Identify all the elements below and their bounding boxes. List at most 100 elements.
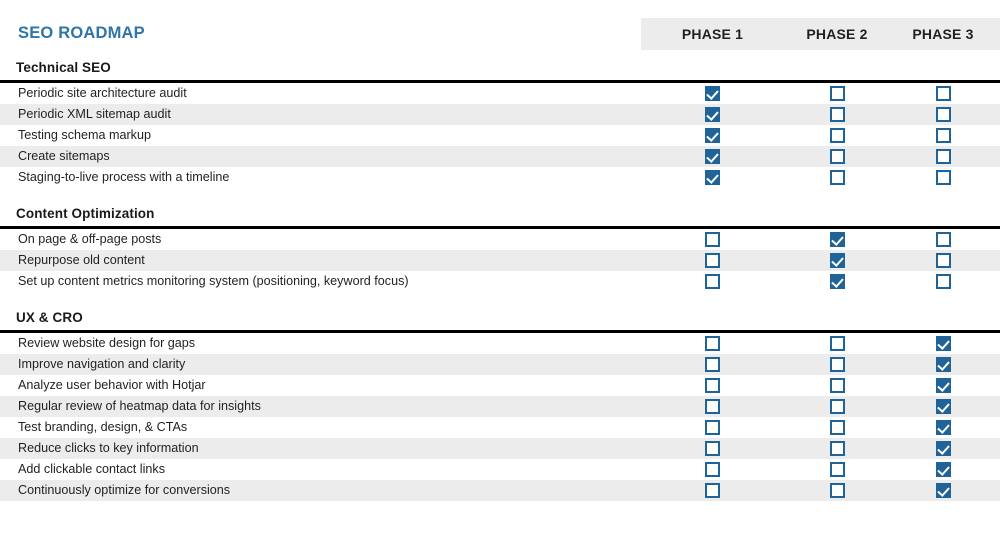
checkbox-unchecked-icon[interactable] [935, 253, 951, 268]
checkbox-unchecked-icon[interactable] [829, 128, 845, 143]
checkbox-unchecked-icon[interactable] [705, 274, 720, 289]
phase-2-cell[interactable] [784, 104, 890, 125]
checkbox-unchecked-icon[interactable] [705, 441, 720, 456]
phase-2-cell[interactable] [784, 375, 890, 396]
phase-2-cell[interactable] [784, 480, 890, 501]
checkbox-unchecked-icon[interactable] [705, 462, 720, 477]
phase-3-cell[interactable] [890, 438, 996, 459]
table-row: Staging-to-live process with a timeline [0, 167, 1000, 188]
phase-3-cell[interactable] [890, 229, 996, 250]
checkbox-unchecked-icon[interactable] [705, 378, 720, 393]
phase-2-cell[interactable] [784, 459, 890, 480]
checkbox-unchecked-icon[interactable] [829, 441, 845, 456]
table-row: Improve navigation and clarity [0, 354, 1000, 375]
checkbox-unchecked-icon[interactable] [829, 86, 845, 101]
phase-1-cell[interactable] [641, 229, 784, 250]
phase-1-cell[interactable] [641, 250, 784, 271]
phase-3-cell[interactable] [890, 396, 996, 417]
phase-3-cell[interactable] [890, 354, 996, 375]
checkbox-checked-icon[interactable] [935, 462, 951, 477]
phase-1-cell[interactable] [641, 104, 784, 125]
phase-3-cell[interactable] [890, 104, 996, 125]
checkbox-checked-icon[interactable] [829, 232, 845, 247]
phase-2-cell[interactable] [784, 250, 890, 271]
phase-3-cell[interactable] [890, 417, 996, 438]
phase-3-cell[interactable] [890, 459, 996, 480]
phase-3-cell[interactable] [890, 83, 996, 104]
checkbox-unchecked-icon[interactable] [829, 483, 845, 498]
checkbox-unchecked-icon[interactable] [705, 399, 720, 414]
checkbox-unchecked-icon[interactable] [705, 232, 720, 247]
checkbox-unchecked-icon[interactable] [935, 170, 951, 185]
checkbox-unchecked-icon[interactable] [705, 336, 720, 351]
checkbox-checked-icon[interactable] [705, 170, 720, 185]
checkbox-unchecked-icon[interactable] [935, 274, 951, 289]
phase-2-cell[interactable] [784, 83, 890, 104]
phase-2-cell[interactable] [784, 396, 890, 417]
phase-2-cell[interactable] [784, 125, 890, 146]
phase-2-cell[interactable] [784, 333, 890, 354]
phase-2-cell[interactable] [784, 354, 890, 375]
phase-2-cell[interactable] [784, 146, 890, 167]
phase-3-cell[interactable] [890, 146, 996, 167]
phase-column-header-band: PHASE 1 PHASE 2 PHASE 3 [641, 18, 1000, 50]
checkbox-checked-icon[interactable] [935, 399, 951, 414]
checkbox-unchecked-icon[interactable] [935, 107, 951, 122]
phase-1-cell[interactable] [641, 480, 784, 501]
checkbox-checked-icon[interactable] [705, 86, 720, 101]
phase-3-cell[interactable] [890, 480, 996, 501]
phase-2-cell[interactable] [784, 417, 890, 438]
task-label: Staging-to-live process with a timeline [18, 170, 230, 184]
phase-1-cell[interactable] [641, 438, 784, 459]
checkbox-unchecked-icon[interactable] [829, 462, 845, 477]
phase-3-cell[interactable] [890, 375, 996, 396]
checkbox-unchecked-icon[interactable] [829, 107, 845, 122]
phase-2-cell[interactable] [784, 438, 890, 459]
phase-1-cell[interactable] [641, 354, 784, 375]
checkbox-unchecked-icon[interactable] [829, 420, 845, 435]
checkbox-checked-icon[interactable] [935, 483, 951, 498]
checkbox-checked-icon[interactable] [705, 107, 720, 122]
checkbox-checked-icon[interactable] [935, 357, 951, 372]
phase-1-cell[interactable] [641, 396, 784, 417]
checkbox-unchecked-icon[interactable] [935, 128, 951, 143]
checkbox-unchecked-icon[interactable] [935, 149, 951, 164]
phase-1-cell[interactable] [641, 83, 784, 104]
phase-1-cell[interactable] [641, 146, 784, 167]
phase-1-cell[interactable] [641, 375, 784, 396]
checkbox-unchecked-icon[interactable] [829, 399, 845, 414]
checkbox-unchecked-icon[interactable] [705, 483, 720, 498]
checkbox-checked-icon[interactable] [705, 149, 720, 164]
checkbox-unchecked-icon[interactable] [829, 149, 845, 164]
checkbox-checked-icon[interactable] [935, 420, 951, 435]
phase-1-cell[interactable] [641, 459, 784, 480]
checkbox-unchecked-icon[interactable] [705, 253, 720, 268]
phase-3-cell[interactable] [890, 125, 996, 146]
phase-3-cell[interactable] [890, 271, 996, 292]
phase-1-cell[interactable] [641, 417, 784, 438]
checkbox-unchecked-icon[interactable] [829, 170, 845, 185]
checkbox-unchecked-icon[interactable] [829, 378, 845, 393]
checkbox-unchecked-icon[interactable] [935, 86, 951, 101]
phase-1-cell[interactable] [641, 125, 784, 146]
checkbox-checked-icon[interactable] [935, 378, 951, 393]
checkbox-checked-icon[interactable] [935, 336, 951, 351]
phase-2-cell[interactable] [784, 271, 890, 292]
checkbox-checked-icon[interactable] [935, 441, 951, 456]
phase-1-cell[interactable] [641, 167, 784, 188]
checkbox-checked-icon[interactable] [829, 253, 845, 268]
phase-1-cell[interactable] [641, 271, 784, 292]
checkbox-unchecked-icon[interactable] [705, 357, 720, 372]
checkbox-unchecked-icon[interactable] [829, 336, 845, 351]
checkbox-checked-icon[interactable] [829, 274, 845, 289]
phase-3-cell[interactable] [890, 167, 996, 188]
phase-3-cell[interactable] [890, 250, 996, 271]
checkbox-unchecked-icon[interactable] [705, 420, 720, 435]
checkbox-unchecked-icon[interactable] [829, 357, 845, 372]
checkbox-checked-icon[interactable] [705, 128, 720, 143]
phase-2-cell[interactable] [784, 229, 890, 250]
checkbox-unchecked-icon[interactable] [935, 232, 951, 247]
phase-1-cell[interactable] [641, 333, 784, 354]
phase-2-cell[interactable] [784, 167, 890, 188]
phase-3-cell[interactable] [890, 333, 996, 354]
